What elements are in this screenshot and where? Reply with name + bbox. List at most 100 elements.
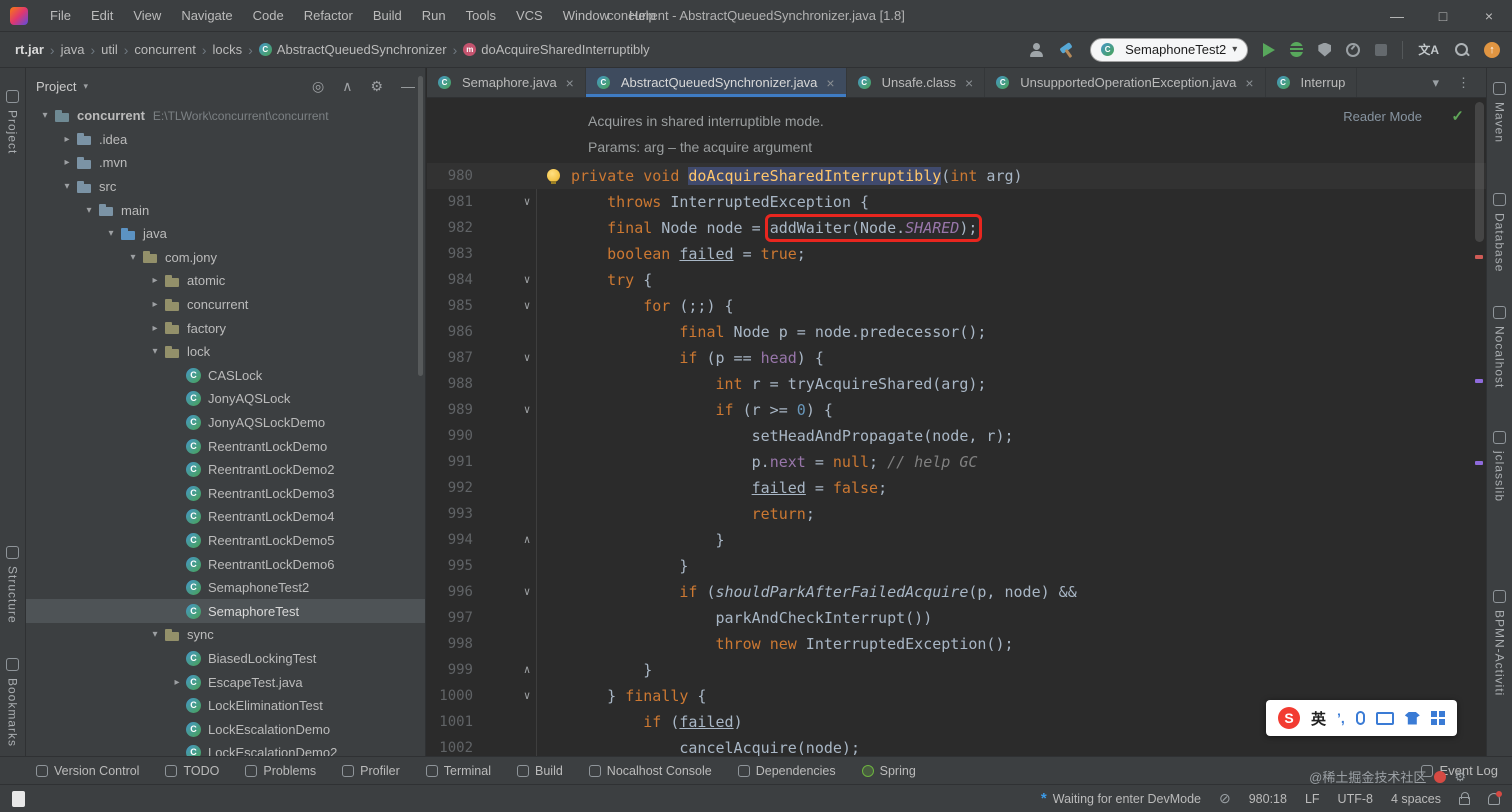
fold-icon[interactable]: ∨ [519, 293, 535, 319]
fold-icon[interactable]: ∨ [519, 397, 535, 423]
fold-icon[interactable]: ∧ [519, 527, 535, 553]
line-separator[interactable]: LF [1305, 792, 1320, 806]
tree-expand-icon[interactable]: ▸ [58, 157, 76, 168]
update-icon[interactable]: ↑ [1484, 41, 1500, 58]
tree-item-main[interactable]: ▾ main [26, 198, 425, 222]
hide-panel-icon[interactable]: — [401, 78, 415, 94]
lock-icon[interactable] [1459, 792, 1470, 805]
fold-icon[interactable]: ∨ [519, 267, 535, 293]
breadcrumb-util[interactable]: util [98, 40, 121, 59]
debug-button[interactable] [1290, 42, 1304, 57]
maximize-button[interactable]: □ [1420, 0, 1466, 32]
tree-collapse-icon[interactable]: ▾ [146, 346, 164, 357]
project-scrollbar[interactable] [418, 76, 423, 376]
tree-item-com-jony[interactable]: ▾ com.jony [26, 246, 425, 270]
toolwindow-button-build[interactable]: Build [517, 764, 563, 778]
devmode-status[interactable]: * Waiting for enter DevMode [1041, 790, 1201, 807]
tool-stripe-jclasslib[interactable]: jclasslib [1493, 430, 1507, 502]
search-icon[interactable] [1454, 42, 1469, 57]
toolwindow-button-terminal[interactable]: Terminal [425, 764, 491, 778]
tree-collapse-icon[interactable]: ▾ [102, 228, 120, 239]
close-icon[interactable]: × [566, 75, 574, 91]
tab-options-icon[interactable]: ⋮ [1457, 75, 1470, 91]
editor-tab-interrup[interactable]: C Interrup [1266, 68, 1358, 97]
code-line[interactable]: 995 } [427, 553, 1486, 579]
microphone-icon[interactable] [1355, 711, 1365, 725]
tree-item-reentrantlockdemo4[interactable]: C ReentrantLockDemo4 [26, 505, 425, 529]
skin-icon[interactable] [1404, 711, 1420, 725]
minimize-button[interactable]: — [1374, 0, 1420, 32]
menu-vcs[interactable]: VCS [506, 8, 553, 23]
tree-item-lock[interactable]: ▾ lock [26, 340, 425, 364]
scrollbar-thumb[interactable] [1475, 102, 1484, 242]
editor-scrollbar[interactable] [1472, 98, 1486, 756]
breadcrumb-doacquiresharedinterruptibly[interactable]: m doAcquireSharedInterruptibly [460, 40, 652, 59]
menu-edit[interactable]: Edit [81, 8, 123, 23]
breadcrumb-abstractqueuedsynchronizer[interactable]: C AbstractQueuedSynchronizer [256, 40, 450, 59]
code-line[interactable]: 988 int r = tryAcquireShared(arg); [427, 371, 1486, 397]
editor-tab-semaphore-java[interactable]: C Semaphore.java × [427, 68, 586, 97]
tree-item-escapetest-java[interactable]: ▸ C EscapeTest.java [26, 670, 425, 694]
fold-icon[interactable]: ∨ [519, 683, 535, 709]
breadcrumb-locks[interactable]: locks [210, 40, 246, 59]
tree-item-atomic[interactable]: ▸ atomic [26, 269, 425, 293]
run-config-select[interactable]: C SemaphoneTest2 ▾ [1090, 37, 1249, 62]
menu-view[interactable]: View [123, 8, 171, 23]
hidden-tabs-icon[interactable]: ▾ [1432, 75, 1439, 91]
toolwindow-button-todo[interactable]: TODO [165, 764, 219, 778]
code-line[interactable]: 987 ∨ if (p == head) { [427, 345, 1486, 371]
code-line[interactable]: 989 ∨ if (r >= 0) { [427, 397, 1486, 423]
tree-item-semaphoretest[interactable]: C SemaphoreTest [26, 599, 425, 624]
toolwindow-button-problems[interactable]: Problems [245, 764, 316, 778]
tool-stripe-bookmarks[interactable]: Bookmarks [6, 658, 20, 747]
tree-item-reentrantlockdemo5[interactable]: C ReentrantLockDemo5 [26, 529, 425, 553]
tree-expand-icon[interactable]: ▸ [168, 677, 186, 688]
tree-item-idea[interactable]: ▸ .idea [26, 128, 425, 152]
stop-button[interactable] [1375, 43, 1388, 56]
tool-stripe-maven[interactable]: Maven [1493, 82, 1507, 143]
tool-stripe-structure[interactable]: Structure [6, 546, 20, 624]
keyboard-icon[interactable] [1375, 711, 1394, 725]
code-line[interactable]: 982 final Node node = addWaiter(Node.SHA… [427, 214, 1486, 242]
notifications-icon[interactable] [1488, 790, 1502, 805]
menu-refactor[interactable]: Refactor [294, 8, 363, 23]
collapse-all-icon[interactable]: ∧ [342, 78, 352, 95]
tree-item-concurrent[interactable]: ▾ concurrent E:\TLWork\concurrent\concurre… [26, 104, 425, 128]
tree-item-factory[interactable]: ▸ factory [26, 316, 425, 340]
chevron-down-icon[interactable]: ▾ [83, 81, 88, 92]
highlighting-level-icon[interactable]: ⊘ [1219, 790, 1231, 807]
tree-item-src[interactable]: ▾ src [26, 175, 425, 199]
code-line[interactable]: 997 parkAndCheckInterrupt()) [427, 605, 1486, 631]
tree-item-sync[interactable]: ▾ sync [26, 623, 425, 647]
fold-icon[interactable]: ∨ [519, 345, 535, 371]
code-line[interactable]: 999 ∧ } [427, 657, 1486, 683]
more-tools-icon[interactable] [1430, 711, 1437, 717]
toolwindow-button-profiler[interactable]: Profiler [342, 764, 400, 778]
tree-item-reentrantlockdemo3[interactable]: C ReentrantLockDemo3 [26, 482, 425, 506]
menu-build[interactable]: Build [363, 8, 412, 23]
tree-expand-icon[interactable]: ▸ [58, 134, 76, 145]
tree-item-jonyaqslockdemo[interactable]: C JonyAQSLockDemo [26, 411, 425, 435]
gear-icon[interactable]: ⚙ [370, 78, 383, 95]
tool-stripe-bpmn-activiti[interactable]: BPMN-Activiti [1493, 589, 1507, 696]
punctuation-icon[interactable]: ’, [1337, 710, 1345, 726]
close-icon[interactable]: × [1245, 75, 1253, 91]
tree-collapse-icon[interactable]: ▾ [58, 181, 76, 192]
coverage-button[interactable] [1318, 42, 1332, 57]
project-panel-title[interactable]: Project [36, 79, 76, 94]
profiler-button[interactable] [1346, 42, 1361, 57]
tree-item-reentrantlockdemo2[interactable]: C ReentrantLockDemo2 [26, 458, 425, 482]
tree-expand-icon[interactable]: ▸ [146, 275, 164, 286]
indent-setting[interactable]: 4 spaces [1391, 792, 1441, 806]
code-line[interactable]: 998 throw new InterruptedException(); [427, 631, 1486, 657]
run-button[interactable] [1263, 42, 1276, 57]
toolwindow-button-nocalhost-console[interactable]: Nocalhost Console [588, 764, 712, 778]
menu-navigate[interactable]: Navigate [171, 8, 242, 23]
tree-item-biasedlockingtest[interactable]: C BiasedLockingTest [26, 647, 425, 671]
toolwindow-button-dependencies[interactable]: Dependencies [737, 764, 836, 778]
sogou-logo-icon[interactable]: S [1278, 707, 1300, 729]
editor-tab-unsupportedoperationexception-java[interactable]: C UnsupportedOperationException.java × [985, 68, 1266, 97]
tree-item-java[interactable]: ▾ java [26, 222, 425, 246]
user-icon[interactable] [1028, 42, 1044, 58]
tree-item-semaphonetest2[interactable]: C SemaphoneTest2 [26, 576, 425, 600]
